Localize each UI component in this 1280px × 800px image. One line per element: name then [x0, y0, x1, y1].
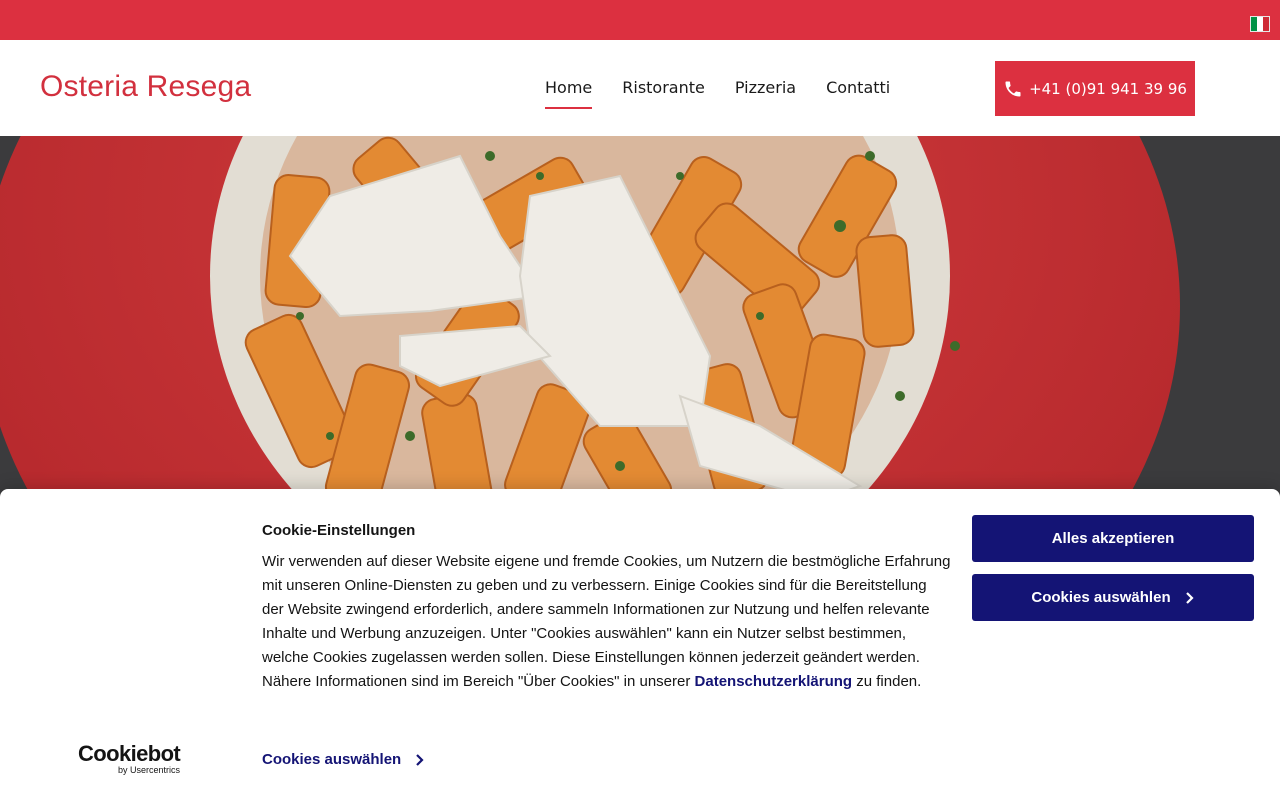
select-cookies-link-label: Cookies auswählen [262, 751, 402, 768]
privacy-policy-link[interactable]: Datenschutzerklärung [695, 673, 853, 690]
cookie-banner-title: Cookie-Einstellungen [262, 522, 416, 539]
site-logo[interactable]: Osteria Resega [40, 70, 251, 104]
pasta-dish-image [0, 136, 1280, 500]
site-header: Osteria Resega Home Ristorante Pizzeria … [0, 40, 1280, 136]
nav-item-ristorante[interactable]: Ristorante [622, 78, 705, 105]
cookie-text-body: Wir verwenden auf dieser Website eigene … [262, 553, 951, 690]
phone-button[interactable]: +41 (0)91 941 39 96 [995, 61, 1195, 116]
phone-number: +41 (0)91 941 39 96 [1029, 79, 1187, 98]
phone-icon [1005, 81, 1021, 96]
main-nav: Home Ristorante Pizzeria Contatti [545, 78, 890, 109]
select-cookies-button-label: Cookies auswählen [1031, 589, 1171, 606]
chevron-right-icon [1185, 591, 1194, 604]
cookiebot-logo-text: Cookiebot [78, 741, 181, 766]
nav-item-home[interactable]: Home [545, 78, 593, 109]
nav-item-pizzeria[interactable]: Pizzeria [735, 78, 796, 105]
cookiebot-logo-subtext: by Usercentrics [117, 765, 180, 775]
chevron-right-icon [416, 753, 424, 766]
accept-all-button[interactable]: Alles akzeptieren [972, 515, 1254, 562]
top-bar [0, 0, 1280, 40]
hero-image [0, 136, 1280, 500]
cookie-banner: Cookiebot by Usercentrics Cookie-Einstel… [0, 489, 1280, 800]
select-cookies-link[interactable]: Cookies auswählen [262, 751, 425, 768]
nav-item-contatti[interactable]: Contatti [826, 78, 890, 105]
flag-stripe-red [1263, 17, 1269, 31]
cookiebot-logo[interactable]: Cookiebot by Usercentrics [78, 741, 188, 776]
cookie-text-tail: zu finden. [852, 673, 922, 690]
italian-flag-icon[interactable] [1250, 16, 1270, 32]
select-cookies-button[interactable]: Cookies auswählen [972, 574, 1254, 621]
cookie-banner-text: Wir verwenden auf dieser Website eigene … [262, 550, 952, 694]
